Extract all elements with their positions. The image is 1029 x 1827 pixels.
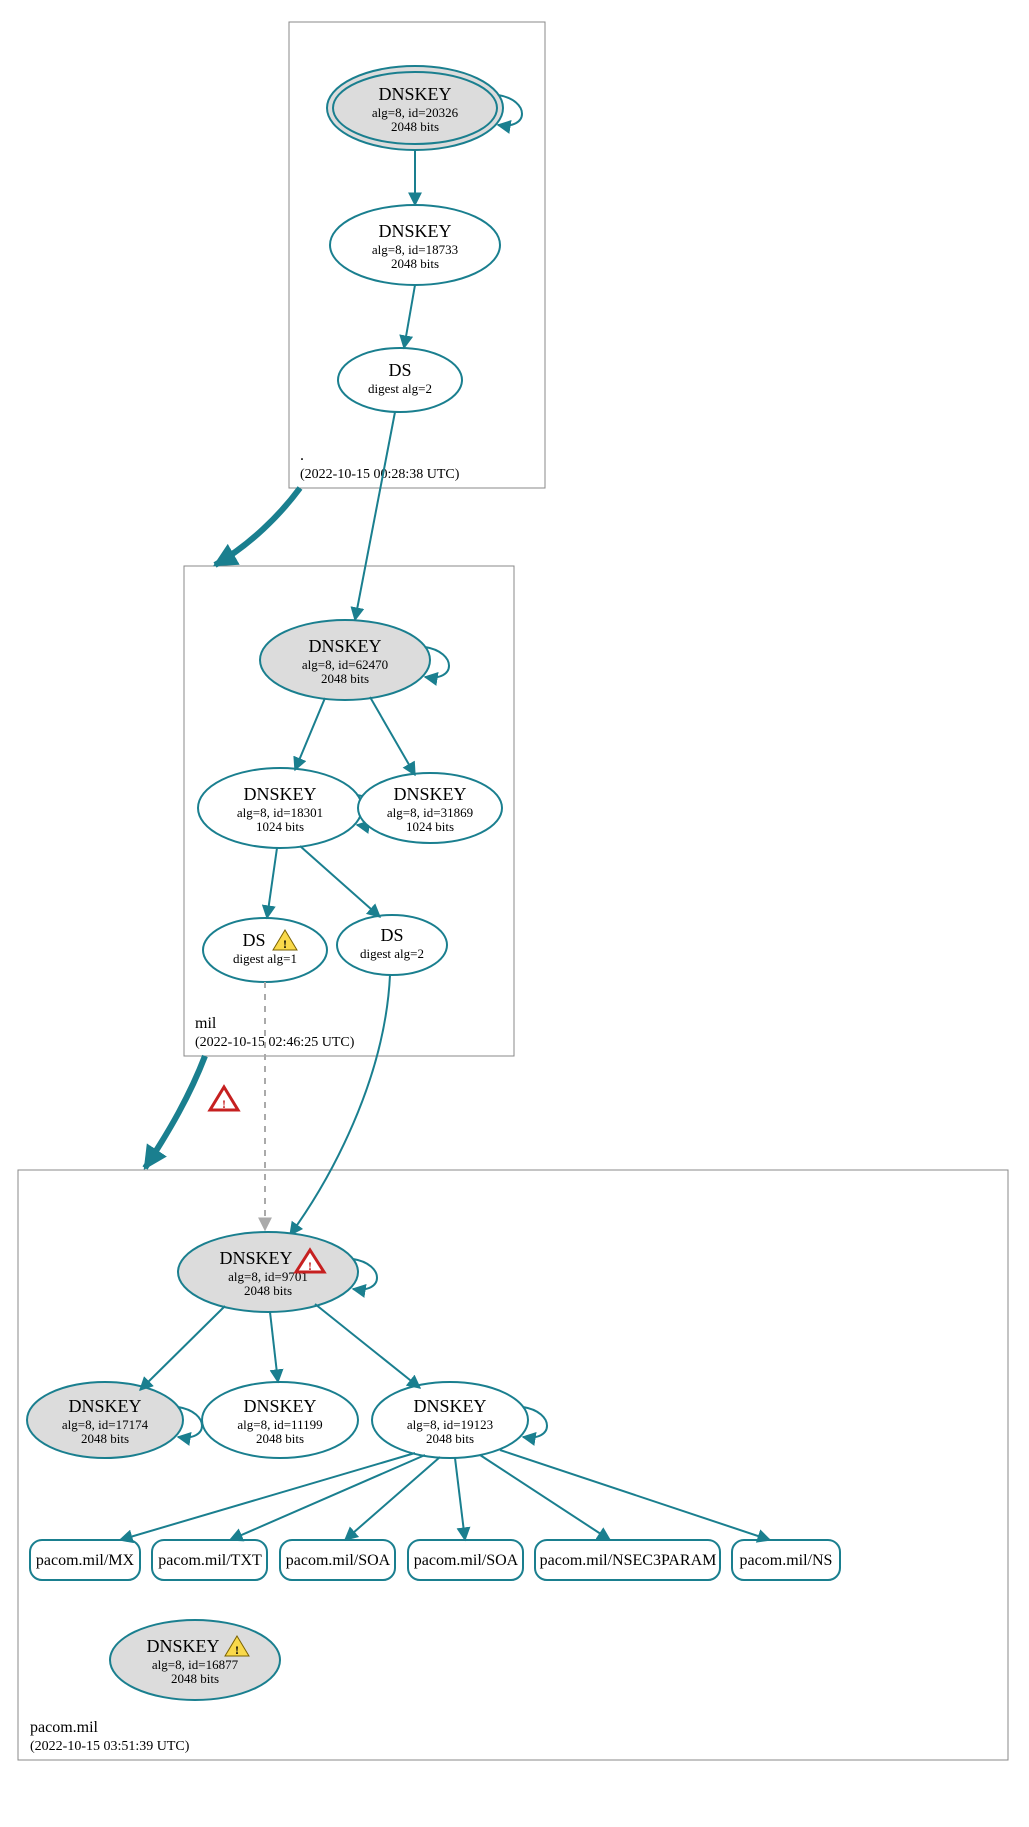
node-pacom-k3: DNSKEY alg=8, id=11199 2048 bits: [202, 1382, 358, 1458]
edge-zone-mil-to-pacom: [145, 1056, 205, 1168]
edge-k4-r1: [120, 1453, 415, 1540]
node-root-zsk: DNSKEY alg=8, id=18733 2048 bits: [330, 205, 500, 285]
svg-text:DNSKEY: DNSKEY: [146, 1636, 219, 1656]
svg-text:1024 bits: 1024 bits: [256, 819, 304, 834]
svg-text:digest alg=2: digest alg=2: [368, 381, 432, 396]
svg-text:2048 bits: 2048 bits: [391, 256, 439, 271]
svg-text:pacom.mil/NS: pacom.mil/NS: [740, 1552, 833, 1569]
svg-text:pacom.mil/SOA: pacom.mil/SOA: [286, 1552, 391, 1569]
node-mil-ds2: DS digest alg=2: [337, 915, 447, 975]
svg-text:DNSKEY: DNSKEY: [243, 784, 316, 804]
edge-milzsk1-milds2: [300, 846, 380, 917]
node-pacom-k4: DNSKEY alg=8, id=19123 2048 bits: [372, 1382, 547, 1458]
svg-text:2048 bits: 2048 bits: [244, 1283, 292, 1298]
edge-packsk-k2: [140, 1306, 225, 1390]
zone-mil-label: mil: [195, 1015, 217, 1032]
edge-milksk-milzsk1: [295, 698, 325, 770]
zone-pacom-timestamp: (2022-10-15 03:51:39 UTC): [30, 1739, 190, 1754]
zone-pacom-label: pacom.mil: [30, 1719, 99, 1736]
svg-text:1024 bits: 1024 bits: [406, 819, 454, 834]
record-rects: pacom.mil/MX pacom.mil/TXT pacom.mil/SOA…: [30, 1540, 840, 1580]
svg-text:2048 bits: 2048 bits: [81, 1431, 129, 1446]
svg-text:digest alg=2: digest alg=2: [360, 946, 424, 961]
node-mil-ds1: DS digest alg=1 !: [203, 918, 327, 982]
node-mil-ksk: DNSKEY alg=8, id=62470 2048 bits: [260, 620, 449, 700]
svg-text:pacom.mil/NSEC3PARAM: pacom.mil/NSEC3PARAM: [540, 1552, 717, 1569]
error-icon: !: [210, 1087, 238, 1111]
node-pacom-k2: DNSKEY alg=8, id=17174 2048 bits: [27, 1382, 202, 1458]
svg-text:DNSKEY: DNSKEY: [393, 784, 466, 804]
svg-text:pacom.mil/TXT: pacom.mil/TXT: [158, 1552, 262, 1569]
svg-text:2048 bits: 2048 bits: [391, 119, 439, 134]
svg-text:!: !: [283, 937, 287, 951]
edge-packsk-k4: [315, 1304, 420, 1388]
edge-k4-r2: [230, 1455, 425, 1540]
svg-text:pacom.mil/SOA: pacom.mil/SOA: [414, 1552, 519, 1569]
svg-text:DNSKEY: DNSKEY: [378, 84, 451, 104]
edge-rootzsk-rootds: [404, 285, 415, 348]
edge-rootds-milksk: [355, 412, 395, 620]
node-mil-zsk1: DNSKEY alg=8, id=18301 1024 bits: [198, 768, 381, 848]
svg-text:alg=8, id=18301: alg=8, id=18301: [237, 805, 323, 820]
svg-text:!: !: [222, 1097, 226, 1111]
svg-text:!: !: [235, 1643, 239, 1657]
svg-text:alg=8, id=18733: alg=8, id=18733: [372, 242, 458, 257]
node-root-ds: DS digest alg=2: [338, 348, 462, 412]
svg-text:alg=8, id=62470: alg=8, id=62470: [302, 657, 388, 672]
svg-text:2048 bits: 2048 bits: [426, 1431, 474, 1446]
svg-text:DNSKEY: DNSKEY: [378, 221, 451, 241]
edge-milksk-milzsk2: [370, 697, 415, 775]
zone-root-label: .: [300, 447, 304, 464]
node-pacom-ksk: DNSKEY alg=8, id=9701 2048 bits !: [178, 1232, 377, 1312]
zone-mil-timestamp: (2022-10-15 02:46:25 UTC): [195, 1035, 355, 1050]
svg-text:DNSKEY: DNSKEY: [413, 1396, 486, 1416]
svg-text:DS: DS: [388, 360, 411, 380]
edge-packsk-k3: [270, 1312, 278, 1382]
svg-text:alg=8, id=20326: alg=8, id=20326: [372, 105, 459, 120]
svg-text:alg=8, id=31869: alg=8, id=31869: [387, 805, 473, 820]
svg-text:alg=8, id=17174: alg=8, id=17174: [62, 1417, 149, 1432]
svg-text:pacom.mil/MX: pacom.mil/MX: [36, 1552, 135, 1569]
dnssec-graph: . (2022-10-15 00:28:38 UTC) DNSKEY alg=8…: [0, 0, 1029, 1827]
svg-text:DS: DS: [380, 925, 403, 945]
edge-k4-r5: [480, 1455, 610, 1540]
svg-text:!: !: [308, 1259, 312, 1273]
edge-milzsk1-milds1: [267, 848, 277, 918]
svg-text:DNSKEY: DNSKEY: [243, 1396, 316, 1416]
svg-text:2048 bits: 2048 bits: [171, 1671, 219, 1686]
svg-text:DNSKEY: DNSKEY: [308, 636, 381, 656]
svg-text:alg=8, id=11199: alg=8, id=11199: [237, 1417, 322, 1432]
svg-text:alg=8, id=16877: alg=8, id=16877: [152, 1657, 239, 1672]
svg-text:digest alg=1: digest alg=1: [233, 951, 297, 966]
svg-text:DNSKEY: DNSKEY: [219, 1248, 292, 1268]
edge-milds2-pacomksk: [290, 975, 390, 1235]
svg-text:DS: DS: [242, 930, 265, 950]
zone-root-timestamp: (2022-10-15 00:28:38 UTC): [300, 467, 460, 482]
node-mil-zsk2: DNSKEY alg=8, id=31869 1024 bits: [358, 773, 502, 843]
svg-text:DNSKEY: DNSKEY: [68, 1396, 141, 1416]
svg-text:2048 bits: 2048 bits: [321, 671, 369, 686]
edge-zone-root-to-mil: [215, 488, 300, 565]
svg-text:alg=8, id=19123: alg=8, id=19123: [407, 1417, 493, 1432]
svg-text:2048 bits: 2048 bits: [256, 1431, 304, 1446]
node-root-ksk: DNSKEY alg=8, id=20326 2048 bits: [327, 66, 522, 150]
edge-k4-r4: [455, 1458, 465, 1540]
node-pacom-k5: DNSKEY alg=8, id=16877 2048 bits !: [110, 1620, 280, 1700]
